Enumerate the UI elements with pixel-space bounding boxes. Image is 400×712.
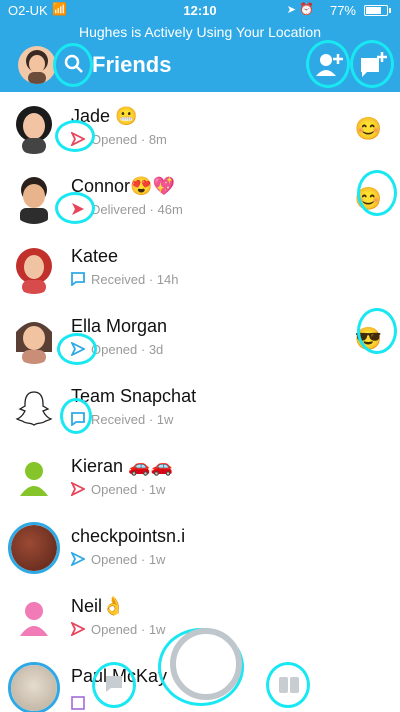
location-arrow-icon: ➤ [286, 4, 296, 16]
avatar [8, 382, 60, 434]
avatar [8, 592, 60, 644]
avatar [8, 312, 60, 364]
friends-list: Jade 😬 Opened · 8m 😊 Connor😍💖 Delivered … [0, 92, 400, 712]
list-item[interactable]: Ella Morgan Opened · 3d 😎 [0, 302, 400, 373]
status-text: Opened [91, 622, 138, 637]
alarm-icon: ⏰ [299, 2, 314, 16]
avatar [8, 102, 60, 154]
story-avatar [8, 522, 60, 574]
status-text: Received [91, 412, 146, 427]
status-highlight [60, 398, 92, 434]
location-banner[interactable]: Hughes is Actively Using Your Location [0, 22, 400, 42]
avatar [8, 172, 60, 224]
status-text: Opened [91, 482, 138, 497]
stories-icon[interactable] [278, 674, 300, 701]
status-highlight [55, 120, 95, 152]
status-text: Opened [91, 552, 138, 567]
friend-name: Kieran 🚗🚗 [71, 456, 173, 476]
timestamp: 3d [148, 342, 164, 357]
emoji-highlight [357, 170, 397, 216]
status-highlight [55, 192, 95, 224]
avatar [8, 452, 60, 504]
timestamp: 1w [148, 552, 166, 567]
emoji-highlight [357, 308, 397, 354]
header: Friends [0, 40, 400, 92]
status-text: Opened [91, 342, 138, 357]
story-avatar [8, 662, 60, 712]
sent-arrow-outline-icon [69, 480, 87, 498]
battery-icon [364, 5, 391, 16]
timestamp: 14h [156, 272, 179, 287]
timestamp: 1w [148, 622, 166, 637]
friend-name: Neil👌 [71, 596, 125, 616]
status-text: Delivered [91, 202, 146, 217]
friend-name: Katee [71, 246, 119, 266]
search-icon[interactable] [64, 54, 84, 79]
sent-arrow-outline-icon [69, 620, 87, 638]
sent-arrow-outline-icon [69, 550, 87, 568]
friend-name: checkpointsn.i [71, 526, 186, 546]
new-chat-icon[interactable] [358, 50, 388, 85]
list-item[interactable]: checkpointsn.i Opened · 1w [0, 512, 400, 583]
list-item[interactable]: Team Snapchat Received · 1w [0, 372, 400, 443]
square-outline-icon [71, 696, 85, 710]
timestamp: 46m [157, 202, 183, 217]
avatar [8, 242, 60, 294]
chat-bubble-outline-icon [71, 272, 85, 287]
friend-name: Team Snapchat [71, 386, 197, 406]
status-text: Received [91, 272, 146, 287]
status-bar: O2-UK 📶 12:10 ➤ ⏰ 77% [0, 0, 400, 22]
list-item[interactable]: Kieran 🚗🚗 Opened · 1w [0, 442, 400, 513]
chat-icon[interactable] [104, 674, 124, 699]
capture-button[interactable] [170, 628, 242, 700]
friend-emoji: 😊 [354, 116, 382, 141]
add-friend-icon[interactable] [314, 50, 344, 85]
timestamp: 8m [148, 132, 167, 147]
battery-percentage: 77% [329, 3, 356, 18]
page-title: Friends [92, 52, 172, 77]
friend-name: Connor😍💖 [71, 176, 175, 196]
status-highlight [57, 333, 97, 365]
timestamp: 1w [156, 412, 174, 427]
list-item[interactable]: Katee Received · 14h [0, 232, 400, 303]
timestamp: 1w [148, 482, 166, 497]
status-text: Opened [91, 132, 138, 147]
profile-avatar[interactable] [18, 46, 56, 84]
